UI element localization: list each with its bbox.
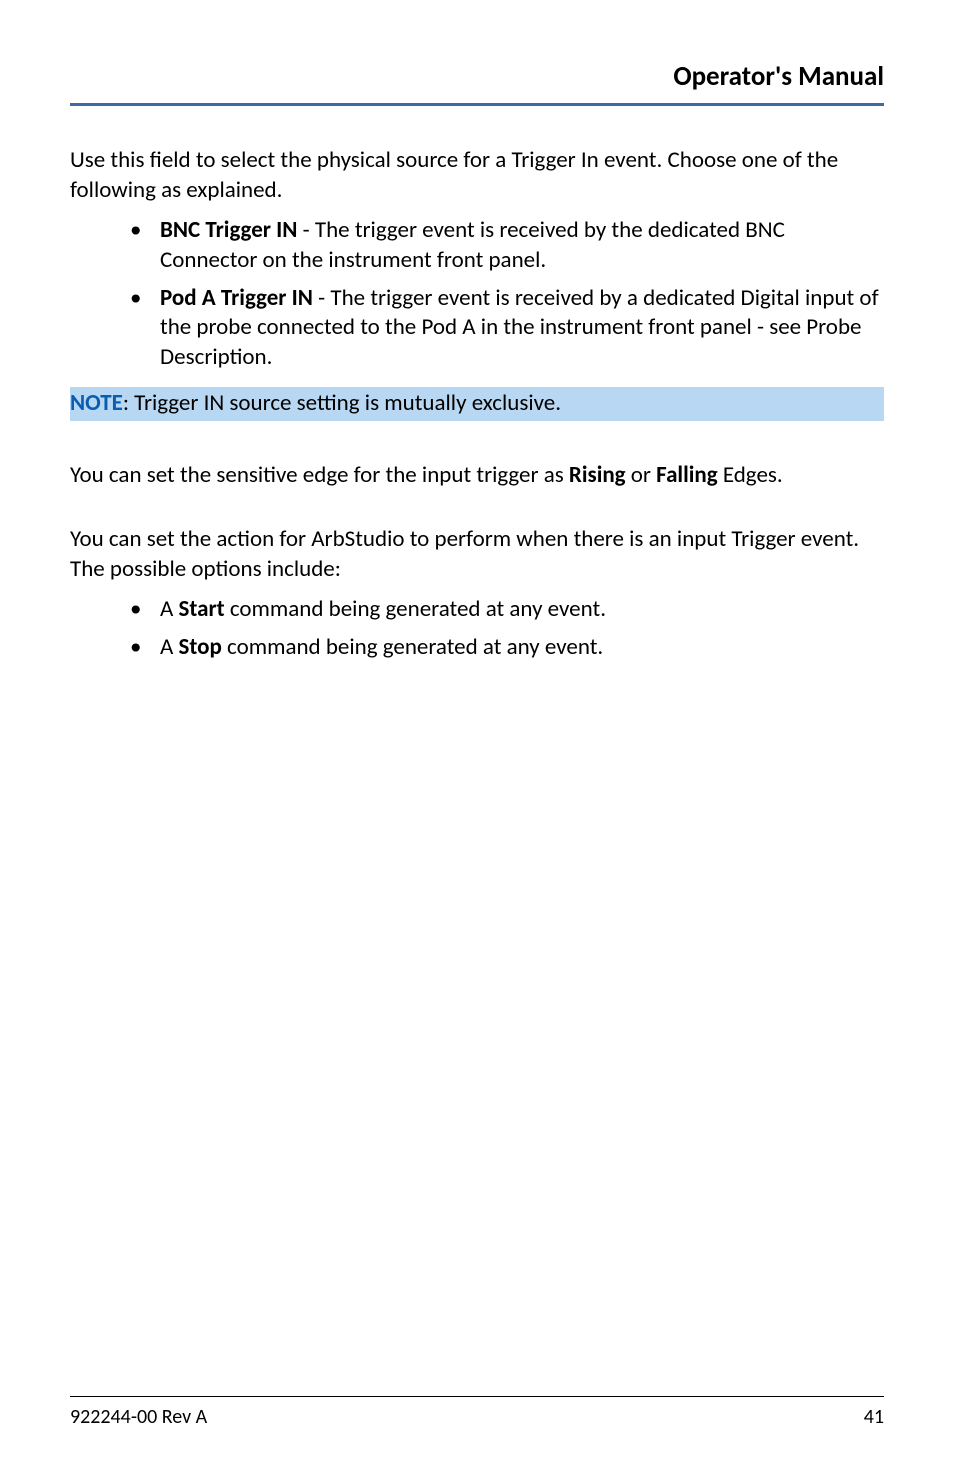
footer-rule — [70, 1396, 884, 1397]
edge-paragraph: You can set the sensitive edge for the i… — [70, 461, 884, 491]
edge-pre: You can set the sensitive edge for the i… — [70, 461, 569, 489]
manual-title: Operator's Manual — [673, 60, 884, 93]
action-stop: Stop — [179, 633, 222, 661]
term-pod-a-trigger-in: Pod A Trigger IN — [160, 284, 313, 312]
edge-mid: or — [626, 461, 657, 489]
action-pre: A — [160, 633, 179, 661]
source-list: BNC Trigger IN - The trigger event is re… — [70, 216, 884, 373]
action-post: command being generated at any event. — [225, 595, 606, 623]
term-bnc-trigger-in: BNC Trigger IN — [160, 216, 297, 244]
revision-label: 922244-00 Rev A — [70, 1405, 207, 1429]
page-footer: 922244-00 Rev A 41 — [70, 1405, 884, 1429]
action-intro: You can set the action for ArbStudio to … — [70, 525, 884, 585]
action-start: Start — [179, 595, 225, 623]
intro-paragraph: Use this field to select the physical so… — [70, 146, 884, 206]
edge-falling: Falling — [656, 461, 717, 489]
list-item: BNC Trigger IN - The trigger event is re… — [130, 216, 884, 276]
action-list: A Start command being generated at any e… — [70, 595, 884, 663]
page-header: Operator's Manual — [70, 60, 884, 101]
edge-post: Edges. — [718, 461, 783, 489]
page-number: 41 — [864, 1405, 884, 1429]
action-post: command being generated at any event. — [222, 633, 603, 661]
list-item: A Stop command being generated at any ev… — [130, 633, 884, 663]
list-item: Pod A Trigger IN - The trigger event is … — [130, 284, 884, 374]
list-item: A Start command being generated at any e… — [130, 595, 884, 625]
note-label: NOTE — [70, 389, 123, 417]
note-text: : Trigger IN source setting is mutually … — [123, 389, 561, 417]
action-pre: A — [160, 595, 179, 623]
note-box: NOTE: Trigger IN source setting is mutua… — [70, 387, 884, 421]
header-rule — [70, 103, 884, 106]
edge-rising: Rising — [569, 461, 626, 489]
